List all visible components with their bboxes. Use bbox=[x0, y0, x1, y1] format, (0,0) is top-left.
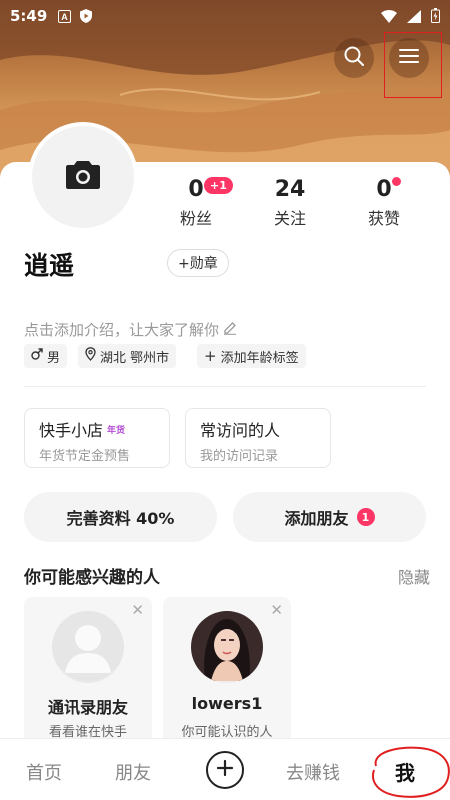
likes-label: 获赞 bbox=[367, 209, 400, 228]
suggestion-card-user[interactable]: ✕ lowers1 你可能认识的人 bbox=[163, 597, 291, 747]
create-post-button[interactable] bbox=[206, 751, 244, 789]
battery-icon bbox=[431, 8, 440, 27]
intro-placeholder: 点击添加介绍，让大家了解你 bbox=[24, 321, 220, 339]
location-pin-icon bbox=[85, 347, 96, 365]
edit-pencil-icon bbox=[223, 321, 237, 339]
shop-card[interactable]: 快手小店 年货 年货节定金预售 bbox=[24, 408, 170, 468]
signal-icon bbox=[407, 9, 421, 27]
user-avatar bbox=[191, 611, 263, 683]
visitors-subtitle: 我的访问记录 bbox=[200, 449, 279, 464]
notification-a-icon: A bbox=[57, 9, 71, 23]
close-icon[interactable]: ✕ bbox=[270, 601, 283, 619]
wifi-icon bbox=[381, 9, 397, 27]
fans-label: 粉丝 bbox=[179, 209, 212, 228]
suggestion-name: 通讯录朋友 bbox=[47, 698, 128, 717]
shop-title: 快手小店 bbox=[39, 421, 104, 440]
following-count: 24 bbox=[274, 177, 306, 202]
close-icon[interactable]: ✕ bbox=[131, 601, 144, 619]
search-button[interactable] bbox=[334, 38, 374, 78]
profile-avatar[interactable] bbox=[28, 122, 138, 232]
visitors-card[interactable]: 常访问的人 我的访问记录 bbox=[185, 408, 331, 468]
divider bbox=[24, 386, 426, 387]
suggestion-name: lowers1 bbox=[191, 694, 263, 713]
username: 逍遥 bbox=[24, 251, 75, 280]
male-icon bbox=[31, 348, 43, 364]
add-friend-button[interactable]: 添加朋友 1 bbox=[233, 492, 426, 542]
nav-earn[interactable]: 去赚钱 bbox=[286, 759, 340, 785]
user-photo-icon bbox=[191, 611, 263, 683]
stat-likes[interactable]: 0 获赞 bbox=[344, 177, 424, 229]
visitors-title: 常访问的人 bbox=[200, 421, 281, 440]
add-medal-button[interactable]: +勋章 bbox=[167, 249, 229, 277]
suggestion-card-contacts[interactable]: ✕ 通讯录朋友 看看谁在快手 bbox=[24, 597, 152, 747]
nav-home[interactable]: 首页 bbox=[26, 759, 62, 785]
contacts-avatar bbox=[52, 611, 124, 683]
following-label: 关注 bbox=[273, 209, 306, 228]
nav-friends[interactable]: 朋友 bbox=[115, 759, 151, 785]
fans-new-badge: +1 bbox=[204, 177, 233, 194]
location-tag[interactable]: 湖北 鄂州市 bbox=[78, 344, 177, 368]
shop-badge: 年货 bbox=[107, 425, 126, 436]
intro-field[interactable]: 点击添加介绍，让大家了解你 bbox=[24, 319, 237, 340]
status-bar: 5:49 A bbox=[0, 0, 450, 32]
plus-icon: + bbox=[204, 346, 217, 365]
svg-text:A: A bbox=[61, 12, 68, 22]
status-time: 5:49 bbox=[10, 7, 48, 25]
camera-icon bbox=[66, 161, 100, 193]
add-friend-count-badge: 1 bbox=[356, 508, 375, 526]
highlight-circle-annotation bbox=[372, 746, 450, 798]
likes-count: 0 bbox=[376, 177, 392, 202]
menu-highlight-box bbox=[384, 32, 442, 98]
plus-icon bbox=[216, 759, 234, 781]
gender-tag[interactable]: 男 bbox=[24, 344, 68, 368]
stat-following[interactable]: 24 关注 bbox=[250, 177, 330, 229]
complete-profile-label: 完善资料 40% bbox=[66, 509, 175, 528]
shop-subtitle: 年货节定金预售 bbox=[39, 449, 131, 464]
search-icon bbox=[343, 45, 365, 71]
shield-play-icon bbox=[79, 9, 93, 23]
person-silhouette-icon bbox=[52, 611, 124, 683]
hide-suggestions-link[interactable]: 隐藏 bbox=[398, 564, 430, 588]
gender-text: 男 bbox=[47, 350, 61, 366]
likes-red-dot bbox=[392, 177, 401, 186]
add-friend-label: 添加朋友 bbox=[284, 509, 349, 528]
add-age-text: 添加年龄标签 bbox=[220, 350, 299, 366]
add-age-tag[interactable]: + 添加年龄标签 bbox=[197, 344, 306, 368]
suggestions-title: 你可能感兴趣的人 bbox=[24, 568, 160, 588]
shop-title-row: 快手小店 年货 bbox=[39, 417, 155, 441]
location-text: 湖北 鄂州市 bbox=[100, 350, 170, 366]
complete-profile-button[interactable]: 完善资料 40% bbox=[24, 492, 217, 542]
